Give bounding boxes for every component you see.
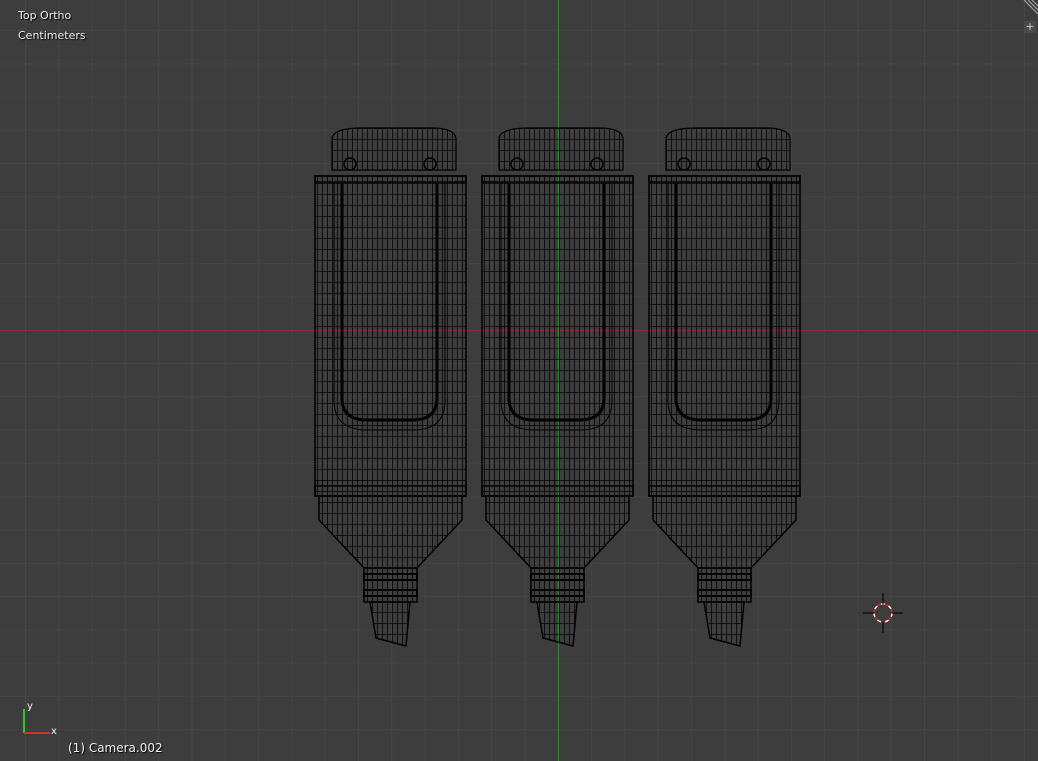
axes-gizmo <box>23 709 50 734</box>
active-object-label: (1) Camera.002 <box>68 741 163 755</box>
plus-icon[interactable]: + <box>1024 21 1036 33</box>
3d-cursor-icon[interactable] <box>863 593 903 633</box>
3d-viewport[interactable]: y x Top Ortho Centimeters (1) Camera.002… <box>0 0 1038 761</box>
axis-y-label: y <box>27 701 33 712</box>
marker-object-2[interactable] <box>480 126 635 648</box>
area-split-icon[interactable] <box>1023 0 1038 15</box>
axis-x-label: x <box>51 726 57 737</box>
view-title: Top Ortho <box>18 9 72 22</box>
units-label: Centimeters <box>18 29 86 42</box>
marker-object-1[interactable] <box>313 126 468 648</box>
marker-object-3[interactable] <box>647 126 802 648</box>
scene-wireframe: y x <box>23 0 1038 737</box>
